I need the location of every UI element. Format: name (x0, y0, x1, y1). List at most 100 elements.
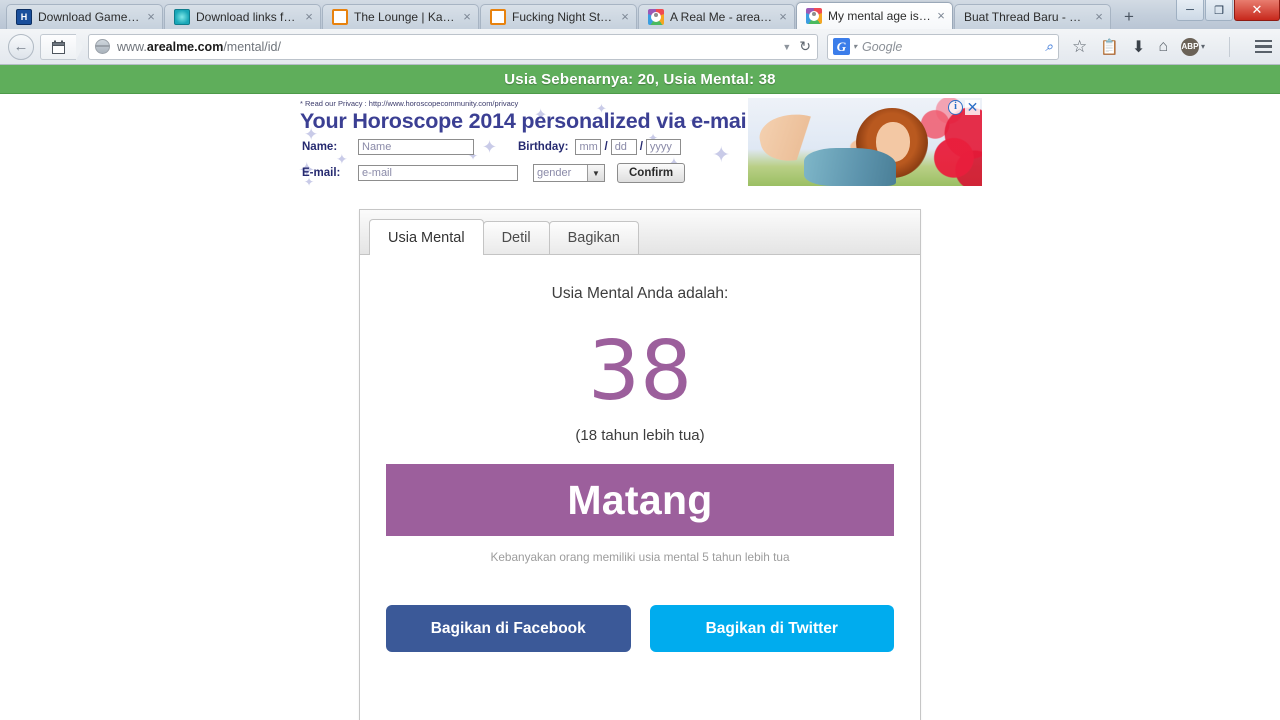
ad-info-icon[interactable]: i (948, 100, 963, 115)
address-bar[interactable]: www. arealme.com/mental/id/ ▼ ↻ (88, 33, 818, 60)
tab-title: The Lounge | Kask... (354, 10, 457, 24)
url-domain: arealme.com (146, 39, 224, 54)
mental-age-value: 38 (587, 324, 693, 419)
tab-strip: H Download Game P... × Download links fo… (0, 0, 1280, 29)
toolbar-divider (1229, 36, 1230, 57)
tab-close-icon[interactable]: × (302, 10, 316, 23)
kaskus-icon: kas (490, 9, 506, 25)
browser-tab-4[interactable]: kas Fucking Night Stor... × (480, 4, 637, 29)
address-bar-controls: ▼ ↻ (782, 38, 811, 55)
toolbar-icons: ☆ 📋 ⬇ ⌂ ABP ▾ (1072, 36, 1272, 57)
url-prefix: www. (117, 39, 147, 54)
ad-email-row: E-mail: e-mail gender ▼ Confirm (302, 163, 686, 183)
home-icon[interactable]: ⌂ (1158, 38, 1168, 56)
chevron-down-icon: ▾ (1200, 42, 1205, 51)
verdict-banner: Matang (386, 464, 894, 536)
share-twitter-button[interactable]: Bagikan di Twitter (649, 605, 894, 652)
site-icon (52, 40, 65, 54)
back-button[interactable]: ← (8, 33, 34, 60)
ad-photo-dress (804, 148, 896, 186)
downloads-icon[interactable]: ⬇ (1132, 37, 1145, 57)
tab-close-icon[interactable]: × (1092, 10, 1106, 23)
adblock-icon: ABP (1180, 37, 1199, 56)
ad-close-icon[interactable]: ✕ (965, 100, 980, 115)
h-logo-icon: H (16, 9, 32, 25)
window-controls: ─ ❐ ✕ (1175, 0, 1280, 22)
share-facebook-button[interactable]: Bagikan di Facebook (386, 605, 631, 652)
tab-bagikan[interactable]: Bagikan (548, 221, 639, 254)
browser-tab-5[interactable]: A Real Me - arealm... × (638, 4, 795, 29)
ad-gender-select[interactable]: gender ▼ (533, 164, 605, 182)
result-note: Kebanyakan orang memiliki usia mental 5 … (490, 550, 790, 564)
close-window-button[interactable]: ✕ (1234, 0, 1280, 21)
maximize-button[interactable]: ❐ (1205, 0, 1233, 21)
chevron-down-icon: ▼ (587, 165, 604, 181)
search-bar[interactable]: G ▾ Google ⌕ (826, 33, 1059, 60)
ad-badges: i ✕ (948, 100, 980, 115)
ad-birthday-label: Birthday: (518, 141, 569, 153)
ad-privacy-text[interactable]: * Read our Privacy : http://www.horoscop… (300, 99, 518, 108)
ad-confirm-button[interactable]: Confirm (617, 163, 686, 183)
age-difference-text: (18 tahun lebih tua) (575, 427, 705, 444)
reading-list-icon[interactable]: 📋 (1100, 38, 1119, 56)
browser-tab-3[interactable]: kas The Lounge | Kask... × (322, 4, 479, 29)
navigation-toolbar: ← www. arealme.com/mental/id/ ▼ ↻ G ▾ Goo… (0, 29, 1280, 65)
date-separator: / (604, 141, 608, 153)
ad-headline: Your Horoscope 2014 personalized via e-m… (300, 109, 760, 133)
minimize-button[interactable]: ─ (1176, 0, 1204, 21)
advertisement-banner[interactable]: ✦ ✦ ✦ ✦ ✦ ✦ ✦ ✦ ✦ ✦ ✦ ✦ ✦ * Read our Pri… (296, 98, 982, 186)
ad-birth-day-input[interactable]: dd (610, 139, 637, 155)
result-summary-bar: Usia Sebenarnya: 20, Usia Mental: 38 (0, 65, 1280, 94)
ad-gender-value: gender (537, 167, 572, 179)
tab-title: Buat Thread Baru - KA... (964, 10, 1089, 24)
new-tab-button[interactable]: + (1116, 7, 1142, 29)
ad-birth-month-input[interactable]: mm (575, 139, 602, 155)
search-icon[interactable]: ⌕ (1045, 38, 1053, 55)
ad-photo (748, 98, 982, 186)
chevron-down-icon[interactable]: ▼ (782, 42, 791, 52)
ad-name-input[interactable]: Name (358, 139, 474, 155)
browser-tab-1[interactable]: H Download Game P... × (6, 4, 163, 29)
browser-tab-2[interactable]: Download links for... × (164, 4, 321, 29)
ad-email-input[interactable]: e-mail (358, 165, 518, 181)
result-card: Usia Mental Detil Bagikan Usia Mental An… (359, 209, 921, 720)
ad-form: Name: Name Birthday: mm / dd / yyyy E-ma… (302, 139, 686, 186)
result-lead-text: Usia Mental Anda adalah: (551, 285, 729, 302)
kaskus-icon: kas (332, 9, 348, 25)
share-buttons: Bagikan di Facebook Bagikan di Twitter (386, 605, 894, 652)
globe-icon (95, 39, 110, 54)
tab-close-icon[interactable]: × (776, 10, 790, 23)
ad-name-row: Name: Name Birthday: mm / dd / yyyy (302, 139, 685, 155)
ad-birth-year-input[interactable]: yyyy (645, 139, 681, 155)
card-tab-bar: Usia Mental Detil Bagikan (360, 210, 920, 255)
site-identity-button[interactable] (40, 33, 83, 60)
chevron-down-icon[interactable]: ▾ (853, 42, 857, 51)
browser-window: H Download Game P... × Download links fo… (0, 0, 1280, 720)
tab-close-icon[interactable]: × (460, 10, 474, 23)
tab-detil[interactable]: Detil (482, 221, 550, 254)
card-body: Usia Mental Anda adalah: 38 (18 tahun le… (360, 255, 920, 652)
menu-icon[interactable] (1255, 39, 1272, 54)
tab-title: A Real Me - arealm... (670, 10, 773, 24)
ad-name-label: Name: (302, 141, 338, 153)
tab-title: My mental age is 3... (828, 9, 931, 23)
tab-usia-mental[interactable]: Usia Mental (369, 219, 484, 255)
reload-icon[interactable]: ↻ (799, 38, 811, 55)
tab-title: Download links for... (196, 10, 299, 24)
bookmark-star-icon[interactable]: ☆ (1072, 37, 1087, 57)
tab-close-icon[interactable]: × (934, 9, 948, 22)
teal-globe-icon (174, 9, 190, 25)
adblock-button[interactable]: ABP ▾ (1180, 37, 1205, 56)
tab-title: Download Game P... (38, 10, 141, 24)
tab-title: Fucking Night Stor... (512, 10, 615, 24)
tab-close-icon[interactable]: × (618, 10, 632, 23)
google-logo-icon: G (832, 38, 850, 55)
browser-tab-7[interactable]: Buat Thread Baru - KA... × (954, 4, 1111, 29)
browser-tab-6-active[interactable]: My mental age is 3... × (796, 2, 953, 29)
page-content: ✦ ✦ ✦ ✦ ✦ ✦ ✦ ✦ ✦ ✦ ✦ ✦ ✦ * Read our Pri… (0, 94, 1280, 720)
tab-close-icon[interactable]: × (144, 10, 158, 23)
url-path: /mental/id/ (223, 39, 281, 54)
search-input[interactable]: Google (862, 40, 902, 54)
arealme-circle-icon (648, 9, 664, 25)
ad-email-label: E-mail: (302, 167, 341, 179)
